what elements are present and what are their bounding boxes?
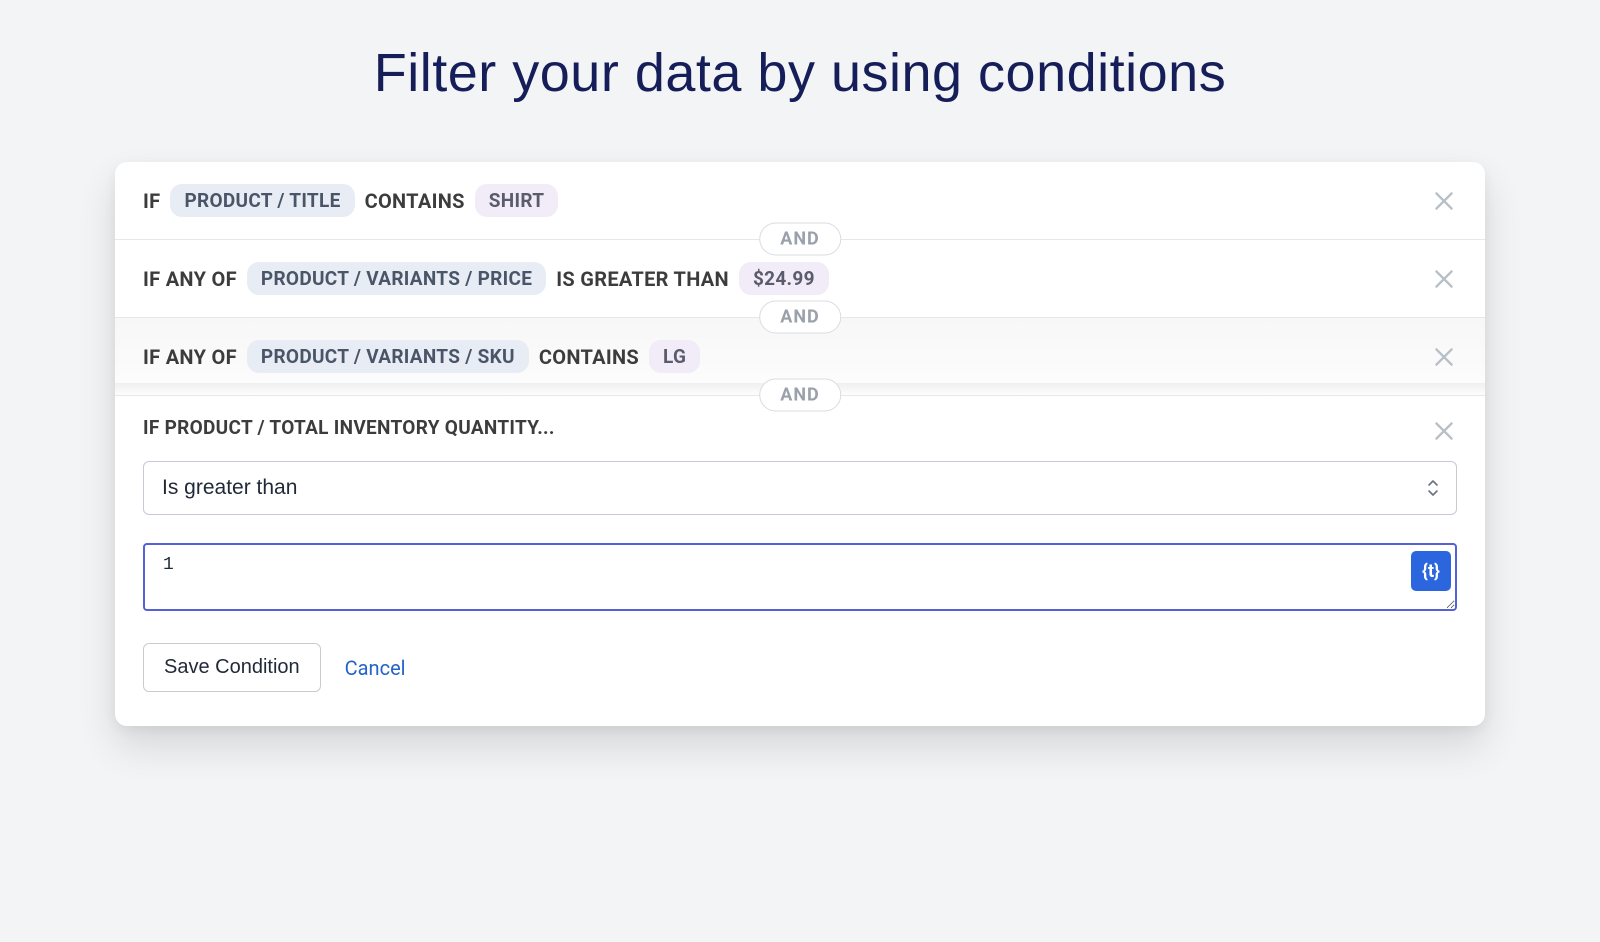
cancel-link[interactable]: Cancel: [345, 656, 406, 680]
operator-select[interactable]: [143, 461, 1457, 515]
close-icon[interactable]: [1431, 188, 1457, 214]
close-icon[interactable]: [1431, 266, 1457, 292]
operator-select-wrap: [143, 461, 1457, 515]
condition-field-pill: PRODUCT / VARIANTS / PRICE: [247, 262, 546, 295]
condition-operator: CONTAINS: [365, 189, 465, 213]
condition-prefix: IF ANY OF: [143, 267, 237, 291]
condition-row: IF PRODUCT / TITLE CONTAINS SHIRT AND: [115, 162, 1485, 240]
condition-operator: IS GREATER THAN: [556, 267, 729, 291]
condition-editor-label: IF PRODUCT / TOTAL INVENTORY QUANTITY...: [143, 416, 1457, 439]
value-input[interactable]: [143, 543, 1457, 611]
condition-editor: IF PRODUCT / TOTAL INVENTORY QUANTITY...…: [115, 396, 1485, 615]
condition-field-pill: PRODUCT / VARIANTS / SKU: [247, 340, 529, 373]
insert-token-button[interactable]: {t}: [1411, 551, 1451, 591]
action-row: Save Condition Cancel: [115, 643, 1485, 692]
close-icon[interactable]: [1431, 344, 1457, 370]
and-connector: AND: [759, 301, 841, 334]
close-icon[interactable]: [1431, 418, 1457, 444]
condition-prefix: IF: [143, 189, 160, 213]
conditions-card: IF PRODUCT / TITLE CONTAINS SHIRT AND IF…: [115, 162, 1485, 726]
condition-summary: IF ANY OF PRODUCT / VARIANTS / SKU CONTA…: [143, 340, 1457, 373]
condition-value-pill: SHIRT: [475, 184, 559, 217]
condition-value-pill: $24.99: [739, 262, 829, 295]
condition-field-pill: PRODUCT / TITLE: [170, 184, 354, 217]
and-connector: AND: [759, 379, 841, 412]
value-input-wrap: {t}: [143, 543, 1457, 615]
condition-operator: CONTAINS: [539, 345, 639, 369]
save-button[interactable]: Save Condition: [143, 643, 321, 692]
condition-summary: IF PRODUCT / TITLE CONTAINS SHIRT: [143, 184, 1457, 217]
condition-value-pill: LG: [649, 340, 700, 373]
page-title: Filter your data by using conditions: [0, 42, 1600, 104]
and-connector: AND: [759, 223, 841, 256]
condition-summary: IF ANY OF PRODUCT / VARIANTS / PRICE IS …: [143, 262, 1457, 295]
condition-prefix: IF ANY OF: [143, 345, 237, 369]
